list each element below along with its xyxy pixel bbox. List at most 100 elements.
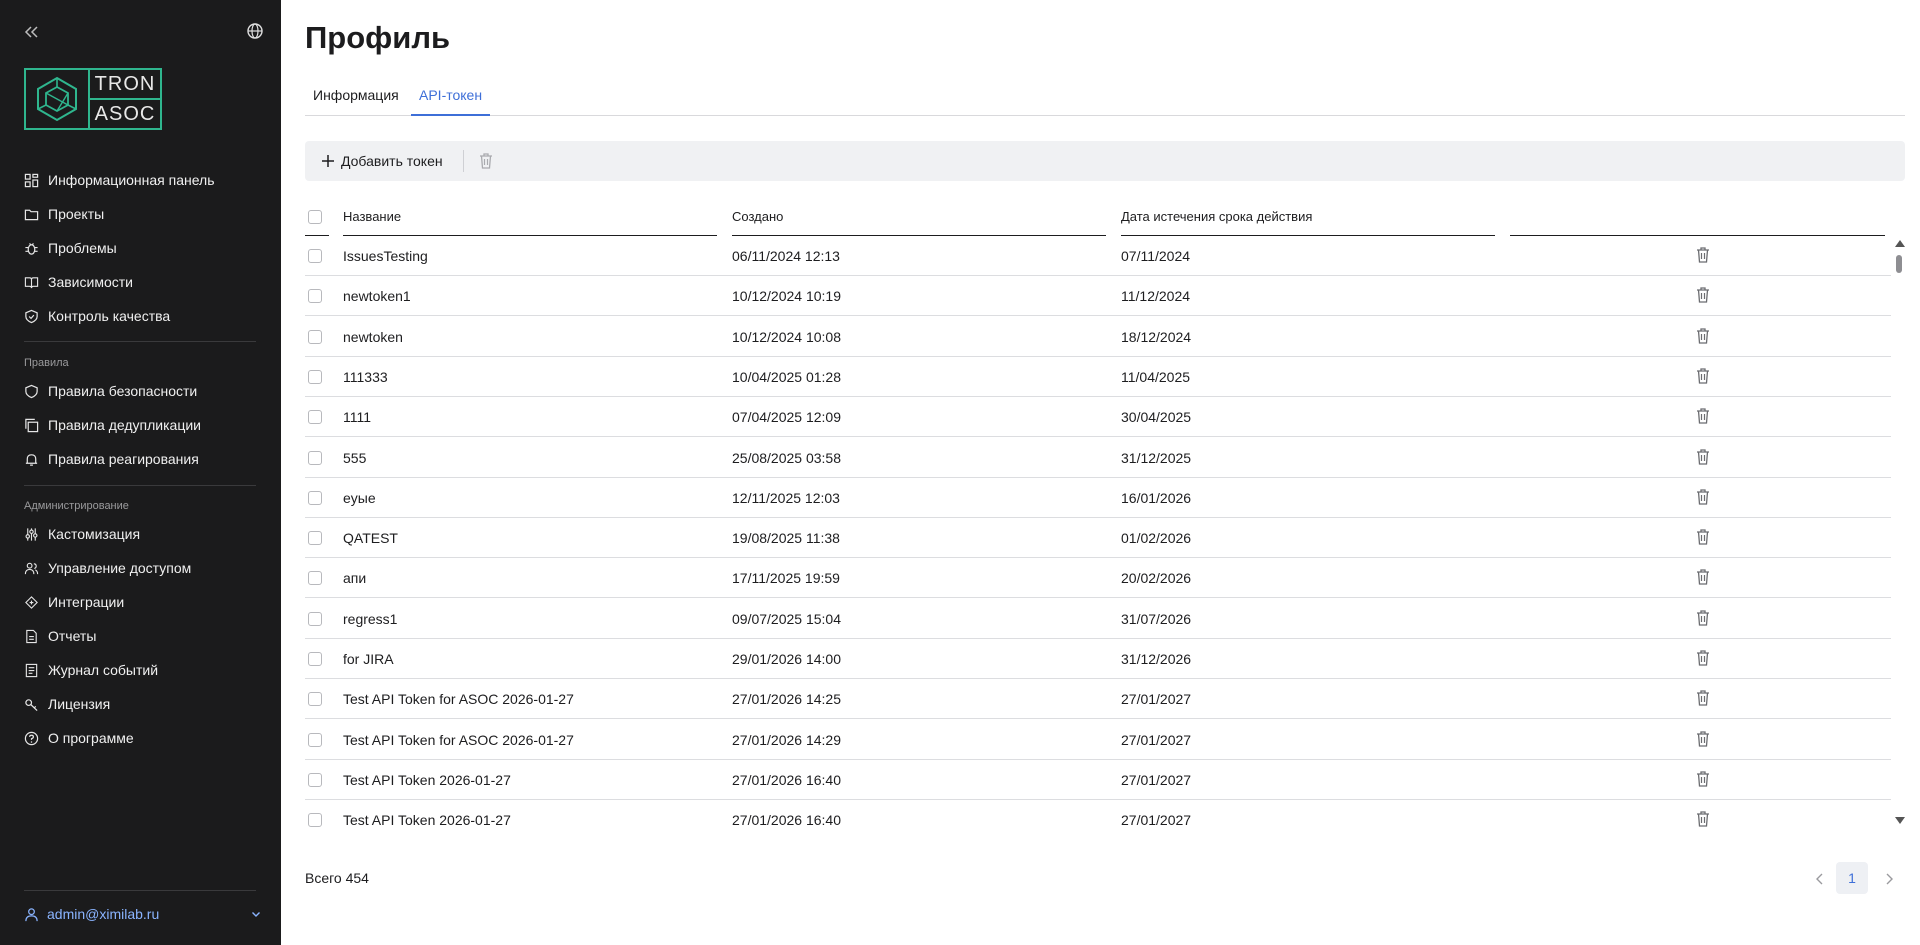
nav-item-dedup-rules[interactable]: Правила дедупликации (24, 413, 201, 437)
main-content: Профиль Информация API-токен Добавить то… (305, 0, 1905, 945)
table-row[interactable]: newtoken 10/12/2024 10:08 18/12/2024 (305, 317, 1891, 357)
nav-item-reports[interactable]: Отчеты (24, 624, 96, 648)
scrollbar-thumb[interactable] (1896, 255, 1902, 273)
cell-expires: 27/01/2027 (1121, 812, 1192, 828)
select-all-checkbox[interactable] (308, 210, 322, 224)
table-row[interactable]: IssuesTesting 06/11/2024 12:13 07/11/2024 (305, 236, 1891, 276)
collapse-sidebar-icon[interactable] (22, 22, 42, 42)
row-checkbox[interactable] (308, 611, 322, 626)
copy-icon (25, 418, 39, 432)
table-row[interactable]: Test API Token 2026-01-27 27/01/2026 16:4… (305, 800, 1891, 828)
cell-expires: 01/02/2026 (1121, 530, 1192, 547)
column-header-expires[interactable]: Дата истечения срока действия (1121, 206, 1495, 236)
table-scrollbar[interactable] (1893, 240, 1905, 824)
delete-token-icon[interactable] (1695, 730, 1711, 748)
table-row[interactable]: newtoken1 10/12/2024 10:19 11/12/2024 (305, 276, 1891, 317)
table-row[interactable]: 1111 07/04/2025 12:09 30/04/2025 (305, 397, 1891, 438)
nav-item-integrations[interactable]: Интеграции (24, 590, 124, 614)
delete-token-icon[interactable] (1695, 327, 1711, 345)
nav-item-security-rules[interactable]: Правила безопасности (24, 379, 197, 403)
delete-token-icon[interactable] (1695, 488, 1711, 506)
nav-item-label: Правила реагирования (48, 451, 199, 467)
row-checkbox[interactable] (308, 531, 322, 546)
users-icon (24, 562, 39, 574)
cell-expires: 11/04/2025 (1121, 368, 1191, 385)
delete-token-icon[interactable] (1695, 528, 1711, 546)
table-row[interactable]: 555 25/08/2025 03:58 31/12/2025 (305, 438, 1891, 478)
row-checkbox[interactable] (308, 732, 322, 747)
row-checkbox[interactable] (308, 692, 322, 707)
nav-item-response-rules[interactable]: Правила реагирования (24, 447, 199, 471)
row-checkbox[interactable] (308, 410, 322, 425)
delete-token-icon[interactable] (1695, 689, 1711, 707)
row-checkbox[interactable] (308, 450, 322, 465)
row-checkbox[interactable] (308, 772, 322, 787)
nav-item-customization[interactable]: Кастомизация (24, 522, 140, 546)
nav-item-label: Информационная панель (48, 172, 215, 188)
nav-item-label: Проекты (48, 206, 105, 222)
table-row[interactable]: апи 17/11/2025 19:59 20/02/2026 (305, 558, 1891, 599)
delete-token-icon[interactable] (1695, 609, 1711, 627)
delete-token-icon[interactable] (1695, 448, 1711, 466)
delete-token-icon[interactable] (1695, 286, 1711, 304)
delete-token-icon[interactable] (1695, 649, 1711, 667)
nav-item-quality-control[interactable]: Контроль качества (24, 304, 170, 328)
cell-expires: 27/01/2027 (1121, 691, 1192, 708)
table-row[interactable]: regress1 09/07/2025 15:04 31/07/2026 (305, 599, 1891, 639)
row-checkbox[interactable] (308, 289, 322, 304)
delete-token-icon[interactable] (1695, 810, 1711, 828)
cell-created: 10/12/2024 10:08 (732, 328, 841, 345)
table-row[interactable]: Test API Token for ASOC 2026-01-27 27/01/… (305, 720, 1891, 760)
row-checkbox[interactable] (308, 571, 322, 586)
table-row[interactable]: 111333 10/04/2025 01:28 11/04/2025 (305, 357, 1891, 397)
scroll-down-arrow-icon[interactable] (1895, 817, 1905, 824)
nav-item-license[interactable]: Лицензия (24, 692, 110, 716)
cell-created: 10/04/2025 01:28 (732, 368, 841, 385)
bulk-delete-icon[interactable] (478, 152, 494, 170)
table-row[interactable]: Test API Token 2026-01-27 27/01/2026 16:4… (305, 760, 1891, 800)
cell-expires: 11/12/2024 (1121, 288, 1191, 305)
table-row[interactable]: Test API Token for ASOC 2026-01-27 27/01/… (305, 679, 1891, 720)
scroll-up-arrow-icon[interactable] (1895, 240, 1905, 247)
nav-item-label: О программе (48, 730, 134, 746)
table-row[interactable]: for JIRA 29/01/2026 14:00 31/12/2026 (305, 639, 1891, 679)
nav-item-dashboard[interactable]: Информационная панель (24, 168, 215, 192)
next-page-icon[interactable] (1882, 870, 1896, 888)
nav-item-access-control[interactable]: Управление доступом (24, 556, 191, 580)
add-token-button[interactable]: Добавить токен (321, 150, 443, 172)
header-checkbox-cell (305, 206, 329, 236)
table-row[interactable]: eyыe 12/11/2025 12:03 16/01/2026 (305, 478, 1891, 518)
delete-token-icon[interactable] (1695, 770, 1711, 788)
tab-information[interactable]: Информация (305, 87, 407, 116)
row-checkbox[interactable] (308, 652, 322, 666)
nav-item-label: Интеграции (48, 594, 125, 610)
tab-api-token[interactable]: API-токен (411, 87, 491, 116)
delete-token-icon[interactable] (1695, 407, 1711, 425)
row-checkbox[interactable] (308, 813, 322, 828)
row-checkbox[interactable] (308, 490, 322, 505)
nav-item-dependencies[interactable]: Зависимости (24, 270, 133, 294)
delete-token-icon[interactable] (1695, 246, 1711, 264)
page-button-current[interactable]: 1 (1836, 862, 1868, 894)
row-checkbox[interactable] (308, 369, 322, 384)
nav-item-issues[interactable]: Проблемы (24, 236, 117, 260)
previous-page-icon[interactable] (1813, 870, 1827, 888)
delete-token-icon[interactable] (1695, 367, 1711, 385)
delete-token-icon[interactable] (1695, 568, 1711, 586)
column-header-created[interactable]: Создано (732, 206, 1106, 236)
nav-item-projects[interactable]: Проекты (24, 202, 104, 226)
tabs: Информация API-токен (305, 82, 1905, 116)
table-row[interactable]: QATEST 19/08/2025 11:38 01/02/2026 (305, 518, 1891, 559)
row-checkbox[interactable] (308, 329, 322, 344)
nav-item-label: Правила безопасности (48, 383, 198, 399)
nav-item-event-log[interactable]: Журнал событий (24, 658, 158, 682)
plus-icon (322, 155, 334, 167)
cell-name: QATEST (343, 530, 398, 547)
user-menu[interactable]: admin@ximilab.ru (24, 904, 262, 924)
globe-icon[interactable] (246, 22, 264, 40)
cell-name: Test API Token for ASOC 2026-01-27 (343, 731, 574, 748)
column-header-name[interactable]: Название (343, 206, 717, 236)
nav-item-about[interactable]: О программе (24, 726, 134, 750)
row-checkbox[interactable] (308, 249, 322, 263)
cell-created: 10/12/2024 10:19 (732, 288, 841, 305)
